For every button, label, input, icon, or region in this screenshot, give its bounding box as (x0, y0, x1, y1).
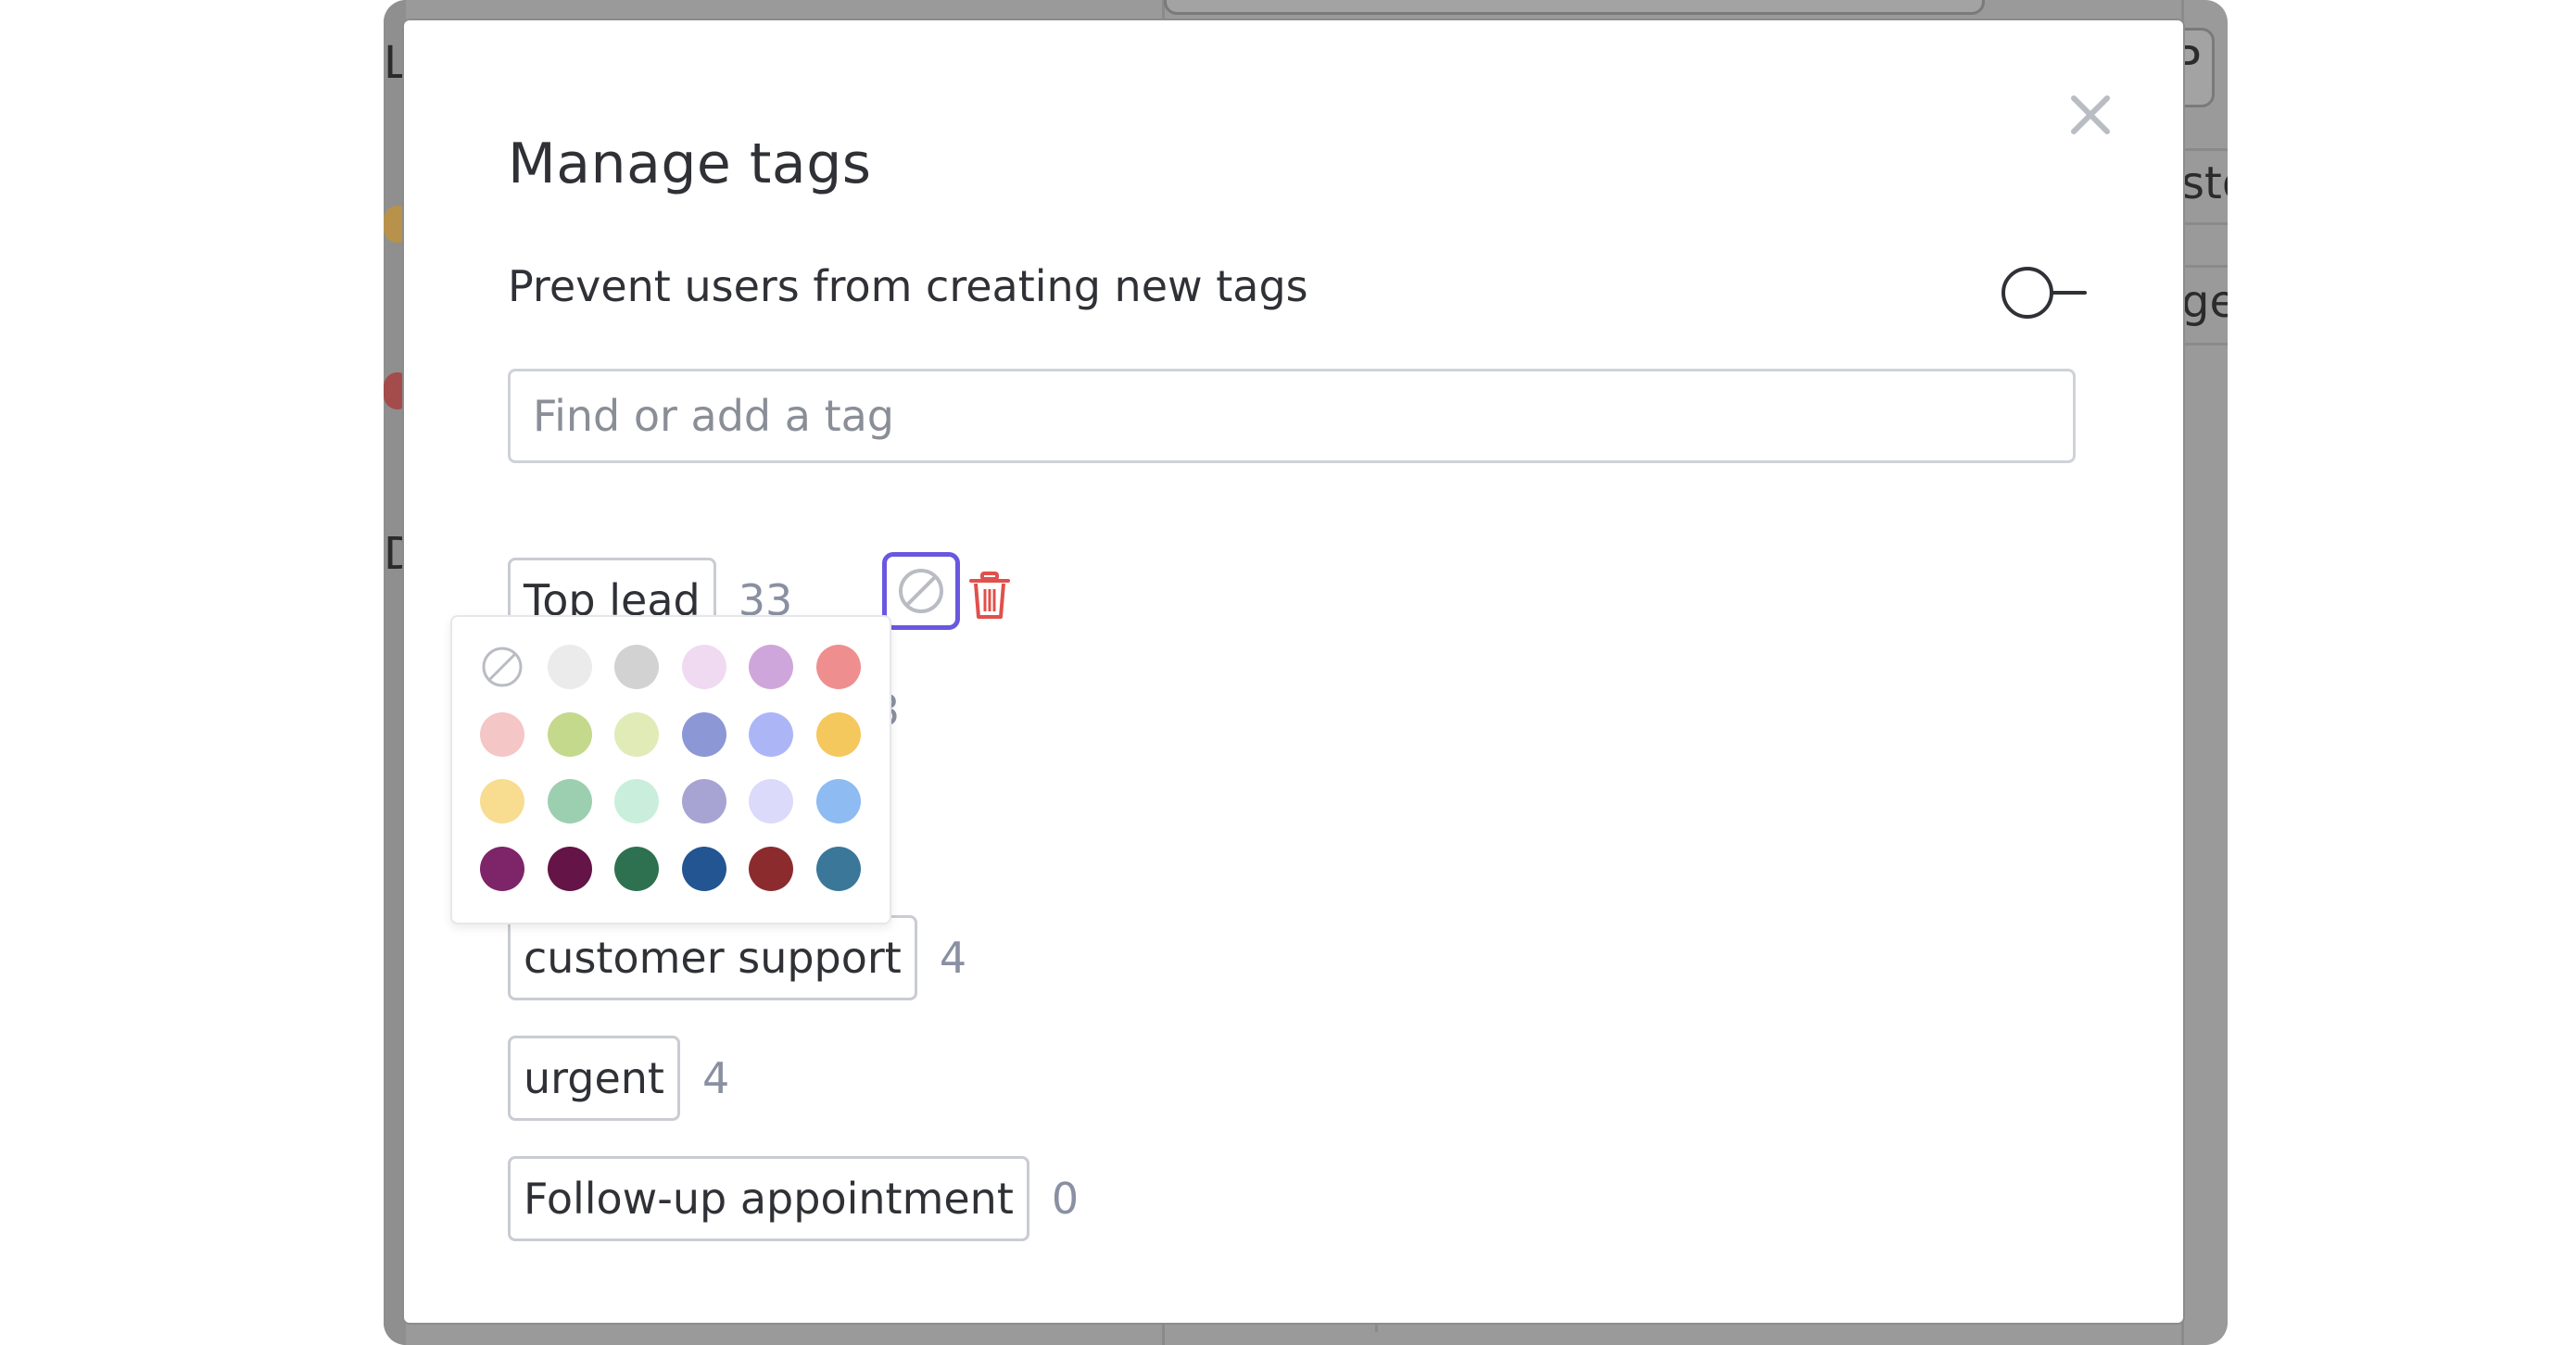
tag-usage-count: 4 (939, 933, 967, 983)
color-picker-popover (450, 615, 891, 924)
delete-tag-button[interactable] (967, 571, 1012, 621)
color-swatch[interactable] (480, 846, 524, 891)
tag-pill[interactable]: urgent (508, 1036, 680, 1121)
tag-pill[interactable]: customer support (508, 915, 917, 1000)
tag-pill[interactable]: Follow-up appointment (508, 1156, 1029, 1241)
background-divider (1162, 1323, 1165, 1345)
background-divider (2181, 148, 2228, 151)
tag-row: customer support 4 (508, 915, 966, 1000)
color-swatch[interactable] (749, 779, 793, 823)
color-swatch[interactable] (681, 779, 726, 823)
no-color-icon (482, 647, 523, 687)
toggle-off-icon (2001, 267, 2087, 319)
color-swatch[interactable] (614, 779, 659, 823)
tag-label: customer support (524, 933, 902, 983)
color-swatch[interactable] (749, 645, 793, 689)
background-divider (1375, 1323, 1378, 1332)
background-field (1164, 0, 1985, 15)
color-swatch[interactable] (480, 779, 524, 823)
background-text: ge (2181, 276, 2228, 328)
tag-label: urgent (524, 1053, 664, 1103)
color-swatch[interactable] (815, 711, 861, 757)
no-color-icon (899, 569, 943, 613)
background-divider (2181, 222, 2228, 225)
background-divider (2181, 265, 2228, 268)
dialog-title: Manage tags (508, 132, 872, 196)
background-text: sto (2181, 157, 2228, 209)
tag-label: Follow-up appointment (524, 1174, 1014, 1224)
color-swatch[interactable] (547, 645, 592, 689)
tag-usage-count: 4 (701, 1053, 730, 1103)
color-swatch[interactable] (614, 711, 659, 757)
color-swatch[interactable] (547, 711, 592, 757)
background-divider (2181, 343, 2228, 346)
color-swatch[interactable] (815, 779, 861, 823)
color-swatch[interactable] (749, 711, 793, 757)
color-swatch[interactable] (749, 846, 793, 891)
close-button[interactable] (2061, 85, 2120, 145)
tag-row: Follow-up appointment 0 (508, 1156, 1079, 1241)
color-swatch[interactable] (681, 645, 726, 689)
color-swatch[interactable] (614, 645, 659, 689)
background-sidebar-edge (384, 0, 406, 1345)
tag-color-button[interactable] (882, 552, 960, 630)
tag-usage-count: 0 (1051, 1174, 1080, 1224)
color-swatch[interactable] (815, 846, 861, 891)
find-or-add-tag-input[interactable] (508, 369, 2076, 463)
no-color-swatch[interactable] (480, 645, 524, 689)
tag-row: urgent 4 (508, 1036, 729, 1121)
color-swatch[interactable] (547, 779, 592, 823)
trash-icon (969, 572, 1010, 619)
close-icon (2071, 95, 2110, 134)
color-swatch[interactable] (815, 645, 861, 689)
color-swatch[interactable] (480, 711, 524, 757)
color-swatch[interactable] (681, 711, 726, 757)
screen: L D P sto ge Manage tags Prevent users f… (0, 0, 2576, 1345)
color-swatch[interactable] (547, 846, 592, 891)
prevent-new-tags-toggle[interactable] (1998, 263, 2090, 322)
color-swatch[interactable] (681, 846, 726, 891)
color-swatch[interactable] (614, 846, 659, 891)
prevent-new-tags-label: Prevent users from creating new tags (508, 261, 1308, 311)
manage-tags-dialog: Manage tags Prevent users from creating … (404, 20, 2183, 1323)
